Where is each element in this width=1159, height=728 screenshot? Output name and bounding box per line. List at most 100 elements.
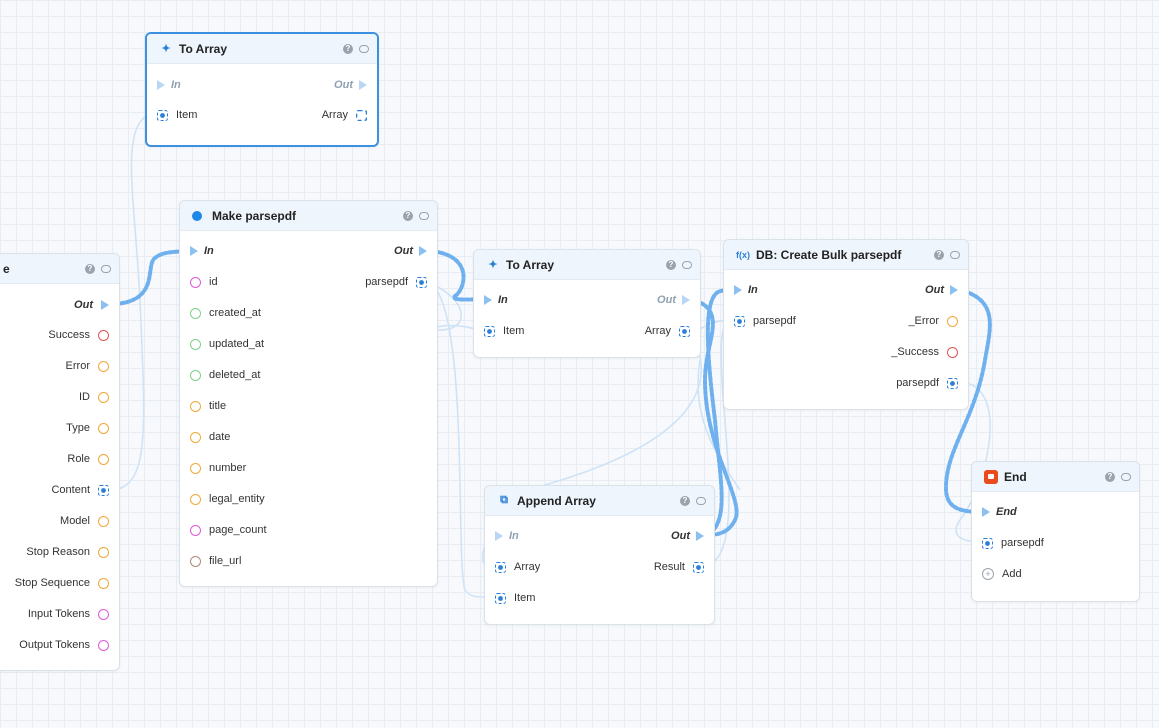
pin-label: Output Tokens [19,639,90,651]
array-pin-icon[interactable] [356,109,367,121]
comment-icon[interactable] [1121,472,1131,481]
field-pin[interactable] [190,276,201,288]
pin-circle[interactable] [98,546,109,558]
field-pin[interactable] [190,524,201,536]
pin-circle[interactable] [98,329,109,341]
field-label: legal_entity [209,493,265,505]
parsepdf-output-pin[interactable] [947,377,958,389]
comment-icon[interactable] [359,44,369,53]
to-array-top-node[interactable]: ✦ To Array ? In Out Item Array [145,32,379,147]
exec-out-pin[interactable] [682,295,690,305]
exec-out-pin[interactable] [101,300,109,310]
help-icon[interactable]: ? [343,43,353,54]
sparkle-icon: ✦ [161,43,171,55]
exec-in-pin[interactable] [495,531,503,541]
pin-circle[interactable] [98,577,109,589]
left-node-header[interactable]: e ? [0,254,119,284]
help-icon[interactable]: ? [1105,471,1115,482]
help-icon[interactable]: ? [666,259,676,270]
make-parsepdf-node[interactable]: Make parsepdf ? In Out parsepdf id create… [179,200,438,587]
end-node-add-row[interactable]: + Add [972,564,1139,584]
exec-in-pin[interactable] [190,246,198,256]
item-pin-icon[interactable] [157,109,168,121]
pin-circle[interactable] [98,608,109,620]
parsepdf-input-pin[interactable] [734,315,745,327]
field-label: updated_at [209,338,265,350]
end-node-header[interactable]: End ? [972,462,1139,492]
left-node-pin-row: Success [0,325,119,345]
field-pin[interactable] [190,307,201,319]
comment-icon[interactable] [101,264,111,273]
exec-out-pin[interactable] [950,285,958,295]
pin-circle[interactable] [98,639,109,651]
db-create-success-row: _Success [724,342,968,362]
help-icon[interactable]: ? [680,495,690,506]
parsepdf-input-label: parsepdf [753,315,796,327]
field-label: id [209,276,218,288]
pin-circle[interactable] [98,422,109,434]
exec-out-pin[interactable] [696,531,704,541]
exec-in-pin[interactable] [982,507,990,517]
pin-circle[interactable] [98,391,109,403]
field-row: updated_at [180,334,437,354]
pin-label: Role [67,453,90,465]
add-icon[interactable]: + [982,568,994,580]
to-array-mid-node[interactable]: ✦ To Array ? In Out Item Array [473,249,701,358]
pin-label: Error [65,360,90,372]
end-node[interactable]: End ? End parsepdf + Add [971,461,1140,602]
left-node[interactable]: e ? Out Success Error ID Type Role Content Mod… [0,253,120,671]
item-label: Item [503,325,525,337]
field-label: page_count [209,524,267,536]
help-icon[interactable]: ? [934,249,944,260]
to-array-mid-exec-row: In Out [474,290,700,310]
pin-circle[interactable] [98,453,109,465]
field-row: created_at [180,303,437,323]
exec-in-pin[interactable] [484,295,492,305]
item-pin-icon[interactable] [484,325,495,337]
end-in-label: End [996,506,1017,518]
in-label: In [204,245,214,257]
comment-icon[interactable] [419,211,429,220]
field-pin[interactable] [190,493,201,505]
comment-icon[interactable] [696,496,706,505]
help-icon[interactable]: ? [85,263,95,274]
field-pin[interactable] [190,555,201,567]
result-pin-icon[interactable] [693,561,704,573]
parsepdf-pin-icon[interactable] [982,537,993,549]
comment-icon[interactable] [682,260,692,269]
field-pin[interactable] [190,431,201,443]
field-row: title [180,396,437,416]
comment-icon[interactable] [950,250,960,259]
db-create-node[interactable]: f(x) DB: Create Bulk parsepdf ? In Out p… [723,239,969,410]
array-pin-icon[interactable] [495,561,506,573]
item-pin-icon[interactable] [495,592,506,604]
to-array-top-header[interactable]: ✦ To Array ? [147,34,377,64]
field-pin[interactable] [190,369,201,381]
field-pin[interactable] [190,338,201,350]
exec-in-pin[interactable] [157,80,165,90]
pin-circle[interactable] [98,360,109,372]
append-array-node[interactable]: ⧉ Append Array ? In Out Array Result Ite… [484,485,715,625]
error-pin[interactable] [947,315,958,327]
db-create-header[interactable]: f(x) DB: Create Bulk parsepdf ? [724,240,968,270]
append-array-array-row: Array Result [485,557,714,577]
pin-circle[interactable] [98,515,109,527]
add-label[interactable]: Add [1002,568,1022,580]
help-icon[interactable]: ? [403,210,413,221]
exec-out-pin[interactable] [359,80,367,90]
exec-out-pin[interactable] [419,246,427,256]
append-array-header[interactable]: ⧉ Append Array ? [485,486,714,516]
left-node-pin-row: Stop Reason [0,542,119,562]
field-pin[interactable] [190,462,201,474]
array-pin-icon[interactable] [98,484,109,496]
exec-in-pin[interactable] [734,285,742,295]
make-parsepdf-header[interactable]: Make parsepdf ? [180,201,437,231]
array-pin-icon[interactable] [679,325,690,337]
to-array-mid-header[interactable]: ✦ To Array ? [474,250,700,280]
item-label: Item [514,592,536,604]
to-array-top-title: To Array [179,41,228,56]
field-pin[interactable] [190,400,201,412]
make-parsepdf-title: Make parsepdf [212,208,297,223]
in-label: In [171,79,181,91]
success-pin[interactable] [947,346,958,358]
